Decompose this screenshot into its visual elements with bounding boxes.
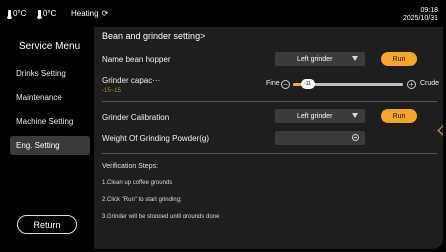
sidebar-title: Service Menu	[19, 41, 81, 52]
keyboard-icon[interactable]	[352, 134, 359, 141]
temperature-1: 0°C	[7, 9, 27, 19]
weight-label: Weight Of Grinding Powder(g)	[102, 134, 210, 143]
crude-label: Crude	[420, 80, 440, 87]
heating-label: Heating	[71, 9, 99, 18]
thermometer-icon	[7, 9, 12, 19]
sidebar-item-maintenance[interactable]: Maintenance	[10, 88, 90, 107]
verification-step: 1.Clean up coffee grounds	[102, 180, 173, 186]
clock-time: 09:18	[420, 7, 438, 14]
grinder-capacity-slider[interactable]: -11	[293, 79, 403, 89]
chevron-left-icon[interactable]	[437, 125, 443, 137]
grinder-capacity-label: Grinder capac···	[102, 76, 161, 85]
bean-hopper-run-button[interactable]: Run	[381, 52, 417, 66]
page-title: Bean and grinder setting>	[102, 31, 206, 41]
clock: 09:18 2025/10/31	[403, 7, 438, 23]
status-bar: 0°C 0°C Heating ⟳ 09:18 2025/10/31	[3, 3, 443, 27]
return-button[interactable]: Return	[17, 215, 77, 234]
grinder-capacity-range: -15~15	[102, 88, 121, 94]
chevron-down-icon	[352, 113, 358, 118]
divider	[102, 101, 437, 102]
screen-frame: 0°C 0°C Heating ⟳ 09:18 2025/10/31 Servi…	[3, 3, 443, 249]
sidebar: Service Menu Drinks Setting Maintenance …	[3, 27, 93, 249]
weight-input[interactable]	[275, 131, 365, 145]
bean-hopper-label: Name bean hopper	[102, 55, 171, 64]
sidebar-item-drinks-setting[interactable]: Drinks Setting	[10, 64, 90, 83]
verification-title: Verification Steps:	[102, 163, 159, 170]
verification-step: 2.Click "Run" to start grinding;	[102, 197, 182, 203]
thermometer-icon	[37, 9, 42, 19]
slider-thumb[interactable]: -11	[300, 79, 315, 89]
increase-button[interactable]: +	[407, 80, 416, 89]
spinner-icon: ⟳	[101, 9, 109, 18]
decrease-button[interactable]: −	[281, 80, 290, 89]
bean-hopper-select[interactable]: Left grinder	[275, 52, 365, 66]
grinder-calibration-label: Grinder Calibration	[102, 113, 170, 122]
temperature-2: 0°C	[37, 9, 57, 19]
bean-hopper-select-value: Left grinder	[297, 55, 333, 63]
chevron-down-icon	[352, 56, 358, 61]
clock-date: 2025/10/31	[402, 15, 438, 22]
calibration-select[interactable]: Left grinder	[275, 109, 365, 123]
temperature-1-value: 0°C	[13, 9, 27, 18]
sidebar-item-machine-setting[interactable]: Machine Setting	[10, 112, 90, 131]
verification-step: 3.Grinder will be stopped until grounds …	[102, 214, 220, 218]
main-panel: Bean and grinder setting> Name bean hopp…	[94, 27, 443, 249]
fine-label: Fine	[266, 80, 280, 87]
sidebar-item-eng-setting[interactable]: Eng. Setting	[10, 136, 90, 155]
temperature-2-value: 0°C	[43, 9, 57, 18]
heating-status: Heating ⟳	[71, 9, 108, 18]
divider	[102, 153, 437, 154]
calibration-select-value: Left grinder	[297, 112, 333, 120]
calibration-run-button[interactable]: Run	[381, 109, 417, 123]
